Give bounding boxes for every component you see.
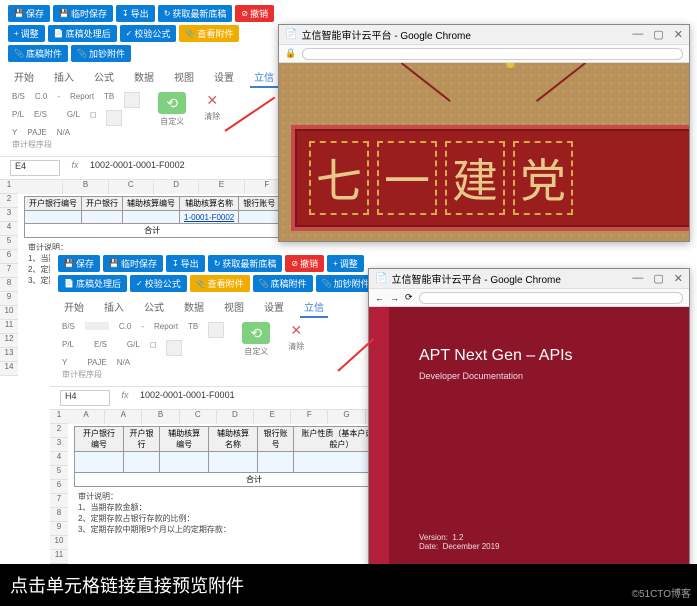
table-header: 银行账号 xyxy=(239,197,280,211)
back-icon[interactable]: ← xyxy=(375,293,384,303)
formula-bar-upper: E4 fx 1002-0001-0001-F0002 xyxy=(0,157,290,180)
address-bar[interactable] xyxy=(419,292,683,304)
banner-content: 七 一 建 党 xyxy=(279,63,689,241)
table-header: 开户银行编号 xyxy=(75,427,124,452)
tab-item[interactable]: 开始 xyxy=(60,297,88,318)
toolbar-button[interactable]: ✓校验公式 xyxy=(120,25,177,42)
toolbar-upper: 💾保存💾临时保存↧导出↻获取最新底稿⊘撤销 +调整📄底稿处理后✓校验公式📎查看附件… xyxy=(0,0,290,67)
chrome-window-banner: 📄 立信智能审计云平台 - Google Chrome — ▢ ✕ 🔒 七 一 … xyxy=(278,24,690,242)
apt-subtitle: Developer Documentation xyxy=(419,371,659,381)
apt-sidebar-stripe xyxy=(369,307,389,567)
fx-icon[interactable]: fx xyxy=(116,390,134,406)
address-bar[interactable] xyxy=(302,48,683,60)
minimize-button[interactable]: — xyxy=(632,272,643,285)
toolbar-button[interactable]: 📎加钞附件 xyxy=(316,275,376,292)
row-headers: 1234567891011121314 xyxy=(0,180,18,376)
lock-icon: 🔒 xyxy=(285,48,296,59)
table-header: 辅助核算编号 xyxy=(160,427,209,452)
toolbar-button[interactable]: 💾临时保存 xyxy=(53,5,113,22)
tab-item[interactable]: 插入 xyxy=(100,297,128,318)
toolbar-button[interactable]: ↧导出 xyxy=(116,5,155,22)
toolbar-button[interactable]: ↧导出 xyxy=(166,255,205,272)
minimize-button[interactable]: — xyxy=(632,28,643,41)
toolbar-button[interactable]: 💾保存 xyxy=(8,5,50,22)
tab-item[interactable]: 设置 xyxy=(210,67,238,88)
clear-icon[interactable]: ✕ xyxy=(290,322,302,339)
toolbar-button[interactable]: ⊘撤销 xyxy=(285,255,324,272)
tab-item[interactable]: 设置 xyxy=(260,297,288,318)
toolbar-button[interactable]: ✓校验公式 xyxy=(130,275,187,292)
table-header: 银行账号 xyxy=(258,427,294,452)
toolbar-button[interactable]: 💾保存 xyxy=(58,255,100,272)
refresh-icon[interactable]: ⟲ xyxy=(158,92,186,114)
table-header: 辅助核算名称 xyxy=(180,197,239,211)
fx-icon[interactable]: fx xyxy=(66,160,84,176)
clear-icon[interactable]: ✕ xyxy=(206,92,218,109)
tab-item[interactable]: 数据 xyxy=(180,297,208,318)
cell-reference[interactable]: H4 xyxy=(60,390,110,406)
table-header: 开户银行 xyxy=(82,197,123,211)
tab-item[interactable]: 数据 xyxy=(130,67,158,88)
ribbon-group-label: 审计程序段 xyxy=(12,139,140,150)
column-headers: BCDEF xyxy=(18,180,290,194)
tab-item[interactable]: 公式 xyxy=(90,67,118,88)
caption-bar: 点击单元格链接直接预览附件 xyxy=(0,564,697,606)
table-header: 开户银行 xyxy=(123,427,159,452)
toolbar-button[interactable]: 📎底稿附件 xyxy=(8,45,68,62)
cell-link-upper[interactable]: 1-0001-F0002 xyxy=(184,213,234,222)
table-header: 开户银行编号 xyxy=(25,197,82,211)
toolbar-button[interactable]: 📎查看附件 xyxy=(190,275,250,292)
tab-item[interactable]: 立信 xyxy=(300,297,328,318)
maximize-button[interactable]: ▢ xyxy=(653,272,663,285)
toolbar-button[interactable]: 📎底稿附件 xyxy=(253,275,313,292)
table-header: 辅助核算名称 xyxy=(209,427,258,452)
formula-value[interactable]: 1002-0001-0001-F0002 xyxy=(90,160,280,176)
reload-icon[interactable]: ⟳ xyxy=(405,292,413,303)
chrome-title: 立信智能审计云平台 - Google Chrome xyxy=(391,271,560,286)
banner-char-3: 建 xyxy=(445,141,505,215)
apt-title: APT Next Gen – APIs xyxy=(419,347,659,365)
maximize-button[interactable]: ▢ xyxy=(653,28,663,41)
ribbon-icon[interactable] xyxy=(106,110,122,126)
toolbar-button[interactable]: 📎查看附件 xyxy=(179,25,239,42)
tab-item[interactable]: 开始 xyxy=(10,67,38,88)
toolbar-button[interactable]: ↻获取最新底稿 xyxy=(158,5,233,22)
forward-icon[interactable]: → xyxy=(390,293,399,303)
refresh-icon[interactable]: ⟲ xyxy=(242,322,270,344)
toolbar-button[interactable]: ↻获取最新底稿 xyxy=(208,255,283,272)
banner-char-4: 党 xyxy=(513,141,573,215)
close-button[interactable]: ✕ xyxy=(674,28,683,41)
table-header: 辅助核算编号 xyxy=(123,197,180,211)
watermark: ©51CTO博客 xyxy=(632,585,691,600)
banner-char-2: 一 xyxy=(377,141,437,215)
close-button[interactable]: ✕ xyxy=(674,272,683,285)
tab-favicon-icon: 📄 xyxy=(375,273,387,284)
cell-reference[interactable]: E4 xyxy=(10,160,60,176)
toolbar-button[interactable]: 📎加钞附件 xyxy=(71,45,131,62)
ribbon-placeholder xyxy=(85,322,109,330)
tab-favicon-icon: 📄 xyxy=(285,29,297,40)
tab-item[interactable]: 视图 xyxy=(220,297,248,318)
chrome-title: 立信智能审计云平台 - Google Chrome xyxy=(301,27,470,42)
toolbar-button[interactable]: 💾临时保存 xyxy=(103,255,163,272)
toolbar-button[interactable]: 📄底稿处理后 xyxy=(48,25,117,42)
tab-item[interactable]: 公式 xyxy=(140,297,168,318)
ribbon-icon[interactable] xyxy=(124,92,140,108)
toolbar-button[interactable]: +调整 xyxy=(327,255,364,272)
toolbar-button[interactable]: ⊘撤销 xyxy=(235,5,274,22)
data-table-upper: 开户银行编号开户银行辅助核算编号辅助核算名称银行账号 1-0001-F0002 … xyxy=(24,196,280,238)
toolbar-button[interactable]: +调整 xyxy=(8,25,45,42)
tab-item[interactable]: 插入 xyxy=(50,67,78,88)
tabs-upper: 开始插入公式数据视图设置立信 xyxy=(0,67,290,88)
ribbon-upper: B/SC.0-ReportTB P/LE/SG/L◻ YPAJEN/A 审计程序… xyxy=(0,88,290,157)
chrome-window-apt: 📄 立信智能审计云平台 - Google Chrome — ▢ ✕ ← → ⟳ … xyxy=(368,268,690,568)
banner-char-1: 七 xyxy=(309,141,369,215)
toolbar-button[interactable]: 📄底稿处理后 xyxy=(58,275,127,292)
tab-item[interactable]: 立信 xyxy=(250,67,278,88)
tab-item[interactable]: 视图 xyxy=(170,67,198,88)
